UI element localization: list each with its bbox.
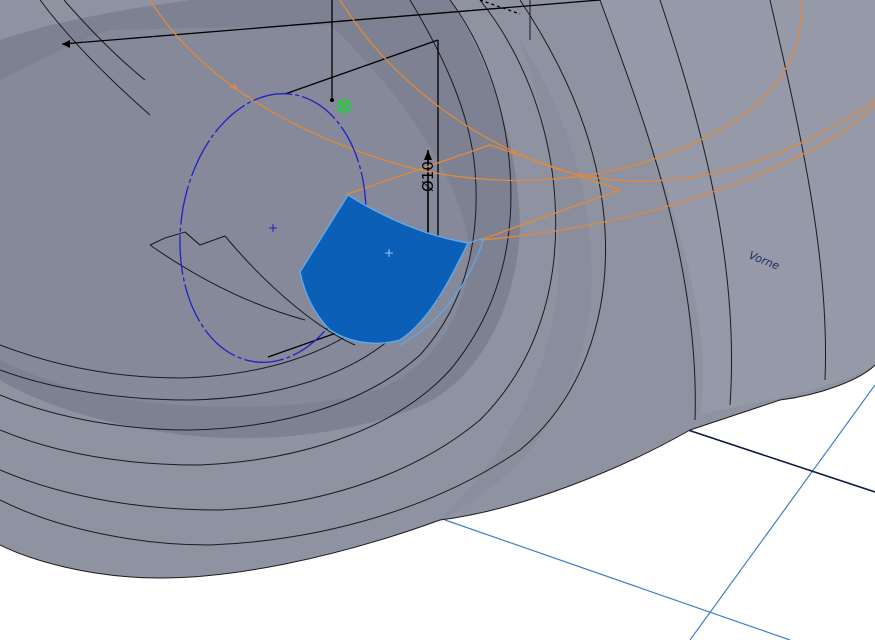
graphics-viewport[interactable]: Vorne Ø10 [0,0,875,640]
floor-axis-line [687,429,875,493]
sketch-point-icon[interactable] [330,98,334,102]
model-scene[interactable]: Vorne Ø10 [0,0,875,640]
floor-grid-line [689,384,875,640]
diameter-dimension[interactable]: Ø10 [419,161,437,192]
floor-grid-line [444,519,791,640]
